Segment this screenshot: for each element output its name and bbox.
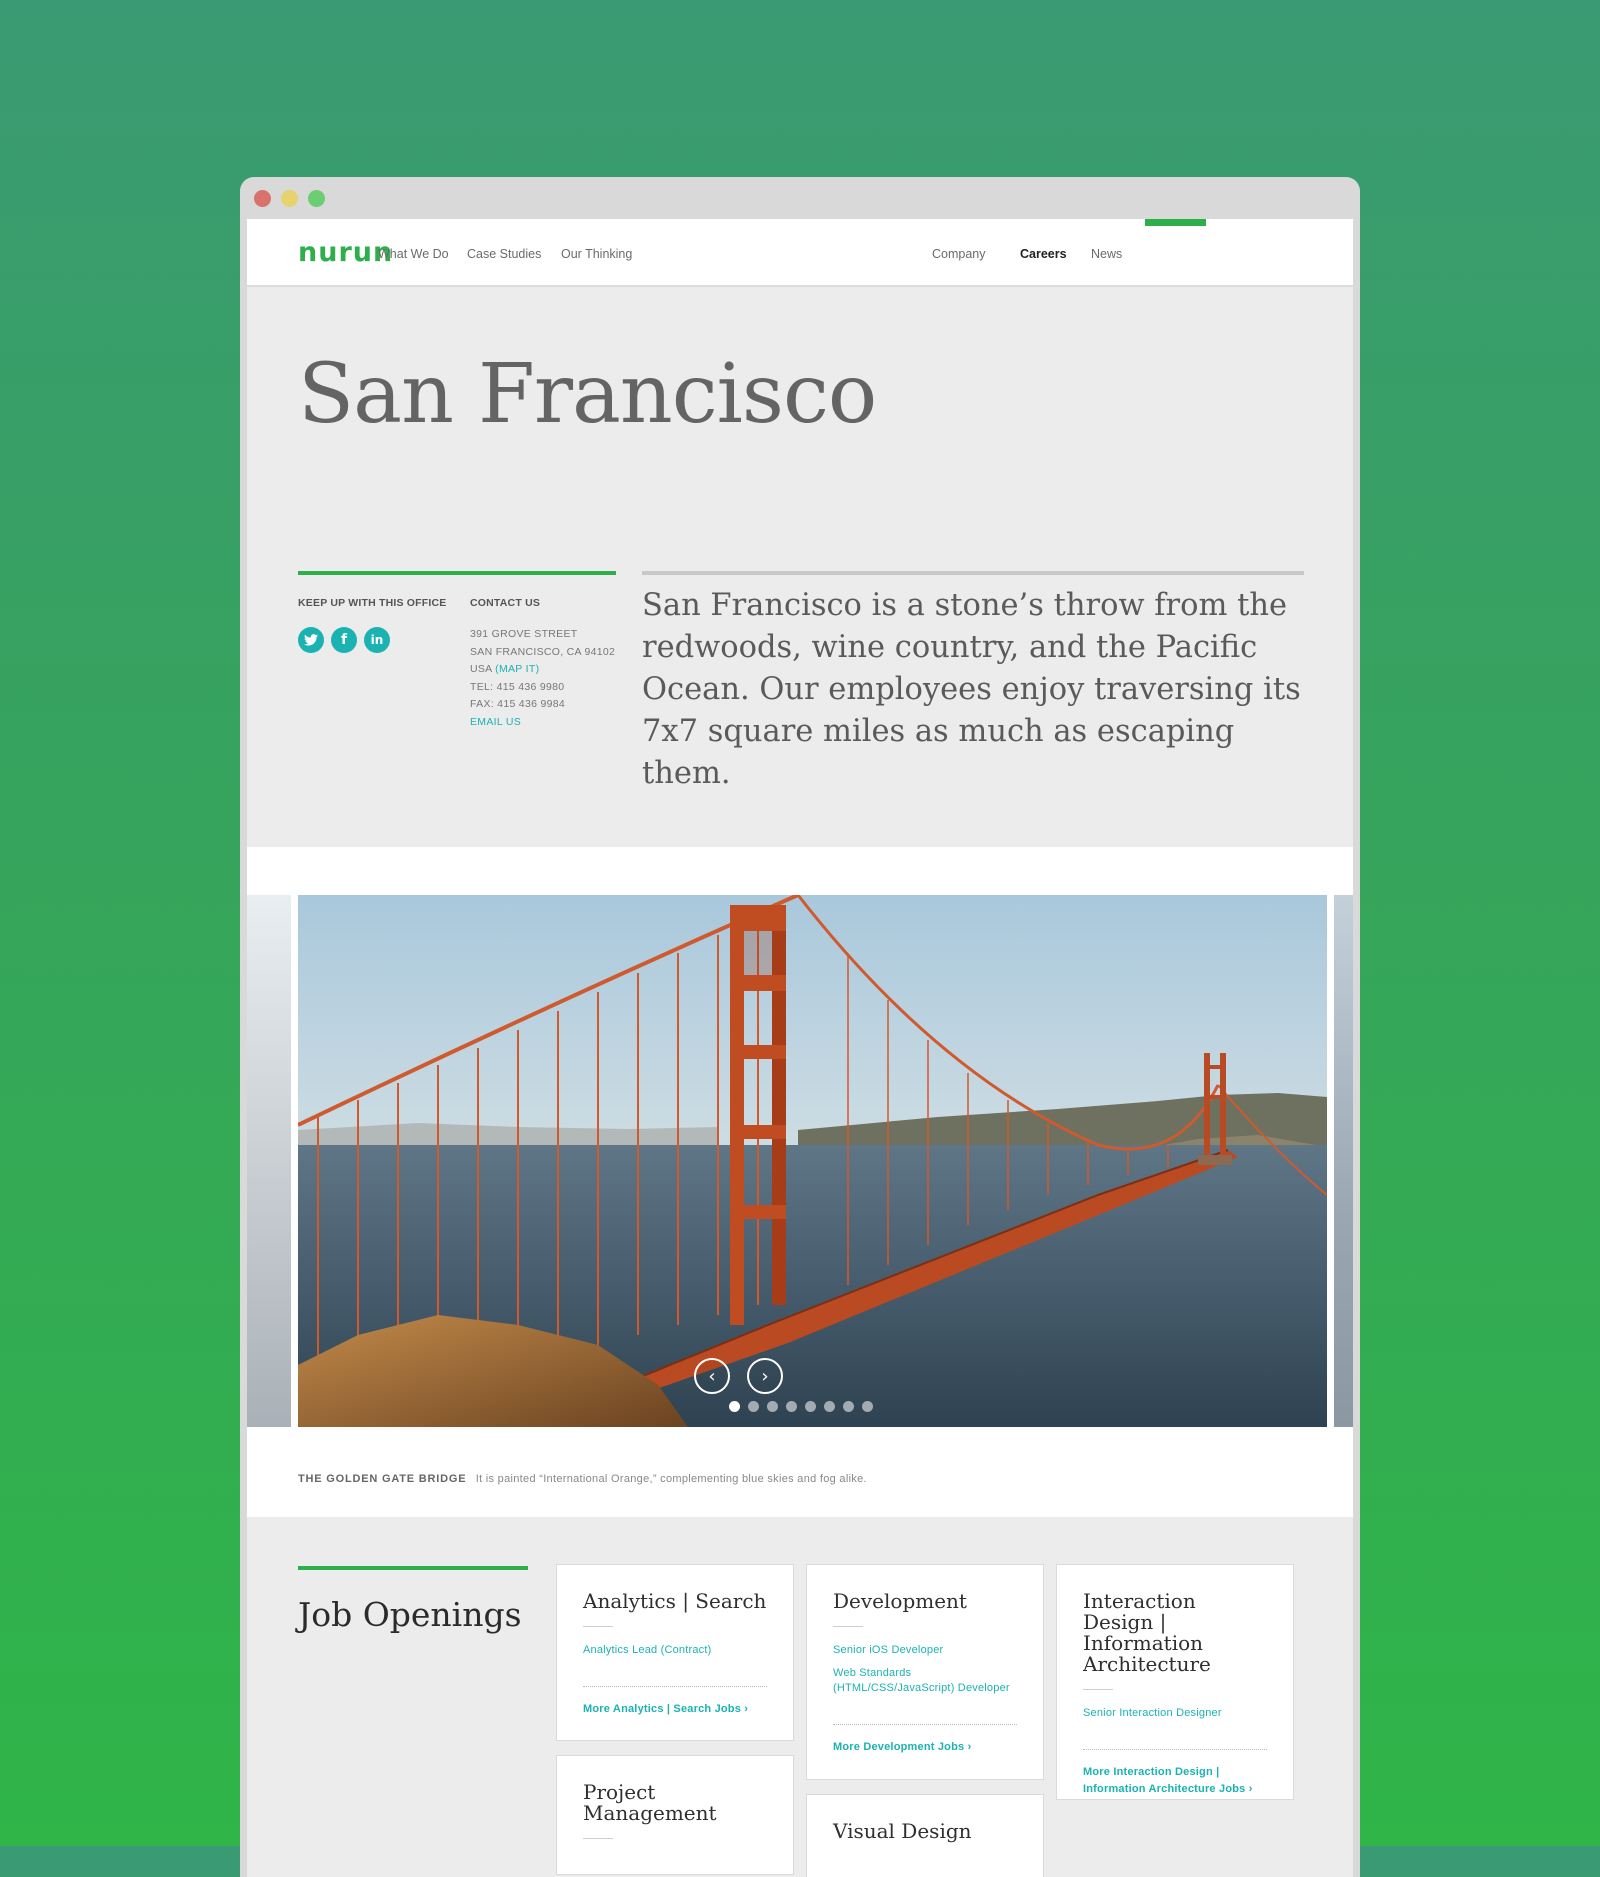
fax-line: FAX: 415 436 9984 [470,698,566,710]
job-card-interaction-design: Interaction Design | Information Archite… [1056,1564,1294,1800]
caption-title: THE GOLDEN GATE BRIDGE [298,1473,467,1485]
job-card-visual-design: Visual Design [806,1794,1044,1877]
more-jobs-link[interactable]: More Analytics | Search Jobs › [583,1701,767,1718]
facebook-icon[interactable]: f [331,627,357,653]
jobs-heading: Job Openings [298,1595,522,1634]
nav-case-studies[interactable]: Case Studies [467,247,541,261]
social-links: f in [298,627,390,653]
browser-window: nurun What We Do Case Studies Our Thinki… [240,177,1360,1877]
slide-pager [729,1401,873,1412]
job-card-development: Development Senior iOS Developer Web Sta… [806,1564,1044,1780]
golden-gate-bridge-photo: ‹ › [298,895,1327,1427]
top-nav: nurun What We Do Case Studies Our Thinki… [247,219,1353,287]
contact-label: CONTACT US [470,597,541,609]
page: nurun What We Do Case Studies Our Thinki… [247,219,1353,1877]
job-card-analytics: Analytics | Search Analytics Lead (Contr… [556,1564,794,1741]
card-title: Development [833,1589,967,1613]
map-it-link[interactable]: MAP IT [499,663,536,675]
job-link[interactable]: Senior Interaction Designer [1083,1706,1267,1721]
nav-news[interactable]: News [1091,247,1122,261]
country: USA [470,663,492,675]
card-separator [1083,1749,1267,1750]
caption-text: It is painted “International Orange,” co… [475,1473,867,1485]
address-line-1: 391 GROVE STREET [470,628,578,640]
card-dash [833,1626,863,1627]
pager-dot[interactable] [767,1401,778,1412]
contact-block: 391 GROVE STREET SAN FRANCISCO, CA 94102… [470,626,615,731]
address-line-2: SAN FRANCISCO, CA 94102 [470,645,616,658]
nav-what-we-do[interactable]: What We Do [378,247,449,261]
card-title: Interaction Design | Information Archite… [1083,1589,1211,1676]
maximize-window-icon[interactable] [308,190,325,207]
card-dash [1083,1689,1113,1690]
card-title: Project Management [583,1780,717,1825]
card-separator [583,1686,767,1687]
card-dash [583,1838,613,1839]
previous-arrow-icon[interactable]: ‹ [694,1358,730,1394]
twitter-icon[interactable] [298,627,324,653]
previous-slide-peek[interactable] [247,895,291,1427]
card-title: Analytics | Search [583,1589,767,1613]
job-link[interactable]: Web Standards (HTML/CSS/JavaScript) Deve… [833,1666,1023,1696]
linkedin-icon[interactable]: in [364,627,390,653]
nav-careers[interactable]: Careers [1020,247,1067,261]
next-slide-peek[interactable] [1334,895,1353,1427]
next-arrow-icon[interactable]: › [747,1358,783,1394]
photo-caption: THE GOLDEN GATE BRIDGE It is painted “In… [298,1473,867,1485]
country-line: USA (MAP IT) [470,663,540,675]
office-intro: San Francisco is a stone’s throw from th… [642,588,1301,791]
job-link[interactable]: Analytics Lead (Contract) [583,1643,767,1658]
nav-active-indicator [1145,219,1206,226]
window-controls [254,190,325,207]
jobs-divider [298,1566,528,1570]
page-title: San Francisco [298,347,877,442]
pager-dot[interactable] [843,1401,854,1412]
photo-gallery: ‹ › THE GOLDEN GATE BRIDGE It is painted… [247,847,1353,1517]
nav-our-thinking[interactable]: Our Thinking [561,247,632,261]
tel-line: TEL: 415 436 9980 [470,680,565,693]
pager-dot[interactable] [862,1401,873,1412]
office-info-divider [298,571,616,575]
keep-up-label: KEEP UP WITH THIS OFFICE [298,597,447,609]
card-separator [833,1724,1017,1725]
nav-company[interactable]: Company [932,247,986,261]
more-jobs-link[interactable]: More Development Jobs › [833,1739,1017,1756]
pager-dot[interactable] [786,1401,797,1412]
intro-divider [642,571,1304,575]
pager-dot[interactable] [748,1401,759,1412]
card-dash [583,1626,613,1627]
pager-dot[interactable] [824,1401,835,1412]
more-jobs-link[interactable]: More Interaction Design | Information Ar… [1083,1764,1263,1798]
pager-dot[interactable] [729,1401,740,1412]
job-card-project-management: Project Management [556,1755,794,1875]
close-window-icon[interactable] [254,190,271,207]
pager-dot[interactable] [805,1401,816,1412]
card-title: Visual Design [833,1819,972,1843]
email-us-link[interactable]: EMAIL US [470,716,521,728]
job-link[interactable]: Senior iOS Developer [833,1643,1017,1658]
minimize-window-icon[interactable] [281,190,298,207]
